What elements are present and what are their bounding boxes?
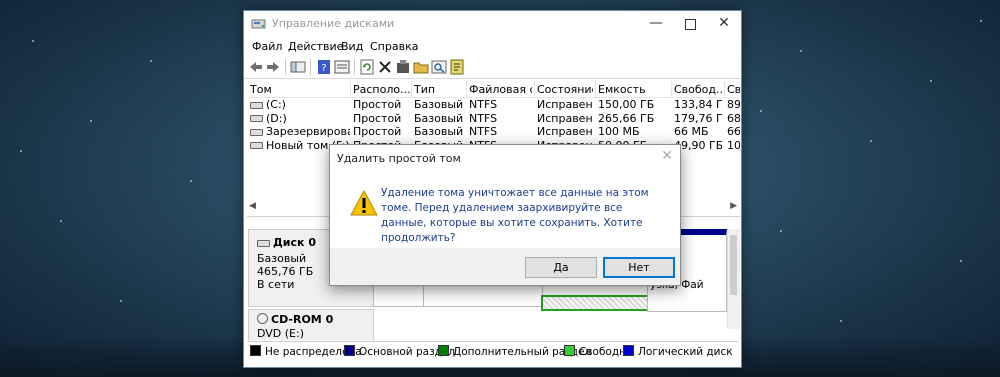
- search-icon[interactable]: [431, 59, 447, 75]
- cdrom-0-label[interactable]: CD-ROM 0 DVD (E:): [248, 309, 374, 340]
- menu-action[interactable]: Действие: [288, 40, 343, 53]
- vertical-scrollbar[interactable]: [727, 229, 740, 329]
- legend-logical: Логический диск: [623, 345, 733, 358]
- menu-view[interactable]: Вид: [341, 40, 363, 53]
- table-row[interactable]: (C:) Простой Базовый NTFS Исправен... 15…: [247, 98, 740, 112]
- drive-icon: [250, 101, 263, 109]
- col-status[interactable]: Состояние: [537, 83, 593, 96]
- disk-management-icon: [251, 19, 266, 29]
- window-title: Управление дисками: [272, 17, 395, 30]
- settings-icon[interactable]: [395, 59, 411, 75]
- refresh-icon[interactable]: [359, 59, 375, 75]
- delete-icon[interactable]: [377, 59, 393, 75]
- open-folder-icon[interactable]: [413, 59, 429, 75]
- console-tree-icon[interactable]: [290, 59, 306, 75]
- title-bar[interactable]: Управление дисками — ✕: [244, 11, 741, 37]
- menu-bar: Файл Действие Вид Справка: [244, 37, 741, 56]
- disk-0-name: Диск 0: [273, 236, 316, 249]
- scroll-left-icon[interactable]: ◀: [249, 201, 256, 211]
- no-button[interactable]: Нет: [603, 257, 675, 278]
- volume-list-header: Том Располо... Тип Файловая с... Состоян…: [247, 81, 740, 98]
- dialog-body: Удаление тома уничтожает все данные на э…: [330, 172, 680, 248]
- col-capacity[interactable]: Емкость: [598, 83, 668, 96]
- back-icon[interactable]: [248, 59, 264, 75]
- cdrom-0-type: DVD (E:): [257, 327, 305, 340]
- svg-text:?: ?: [321, 63, 326, 74]
- cdrom-icon: [257, 313, 268, 324]
- legend: Не распределена Основной раздел Дополнит…: [247, 341, 738, 359]
- disk-0-type: Базовый: [257, 252, 307, 265]
- col-layout[interactable]: Располо...: [353, 83, 411, 96]
- col-free-percent[interactable]: Св: [727, 83, 740, 96]
- drive-icon: [250, 128, 263, 136]
- table-row[interactable]: (D:) Простой Базовый NTFS Исправен... 26…: [247, 112, 740, 126]
- maximize-button[interactable]: [673, 11, 707, 37]
- col-free[interactable]: Свобод...: [674, 83, 722, 96]
- export-icon[interactable]: [449, 59, 465, 75]
- dialog-message: Удаление тома уничтожает все данные на э…: [381, 187, 649, 244]
- menu-file[interactable]: Файл: [252, 40, 282, 53]
- help-icon[interactable]: ?: [316, 59, 332, 75]
- dialog-close-button[interactable]: ✕: [661, 148, 673, 164]
- scroll-thumb[interactable]: [730, 235, 737, 295]
- yes-button[interactable]: Да: [525, 257, 597, 278]
- drive-icon: [250, 115, 263, 122]
- scroll-right-icon[interactable]: ▶: [730, 201, 737, 211]
- col-volume[interactable]: Том: [250, 83, 346, 96]
- toolbar: ?: [244, 56, 741, 79]
- drive-icon: [250, 142, 263, 149]
- col-filesystem[interactable]: Файловая с...: [469, 83, 532, 96]
- disk-icon: [257, 239, 270, 247]
- disk-0-status: В сети: [257, 278, 295, 291]
- dialog-footer: Да Нет: [330, 248, 680, 285]
- partition-f-selected[interactable]: [541, 295, 649, 311]
- warning-icon: [350, 190, 378, 216]
- forward-icon[interactable]: [265, 59, 281, 75]
- disk-0-size: 465,76 ГБ: [257, 265, 314, 278]
- cdrom-0-name: CD-ROM 0: [271, 313, 334, 326]
- close-button[interactable]: ✕: [707, 11, 741, 37]
- properties-icon[interactable]: [334, 59, 350, 75]
- col-type[interactable]: Тип: [414, 83, 464, 96]
- table-row[interactable]: Зарезервировано... Простой Базовый NTFS …: [247, 125, 740, 139]
- dialog-title: Удалить простой том: [337, 152, 461, 165]
- maximize-icon: [684, 19, 696, 30]
- menu-help[interactable]: Справка: [370, 40, 418, 53]
- minimize-button[interactable]: —: [639, 11, 673, 37]
- delete-volume-dialog: Удалить простой том ✕ Удаление тома унич…: [329, 144, 681, 286]
